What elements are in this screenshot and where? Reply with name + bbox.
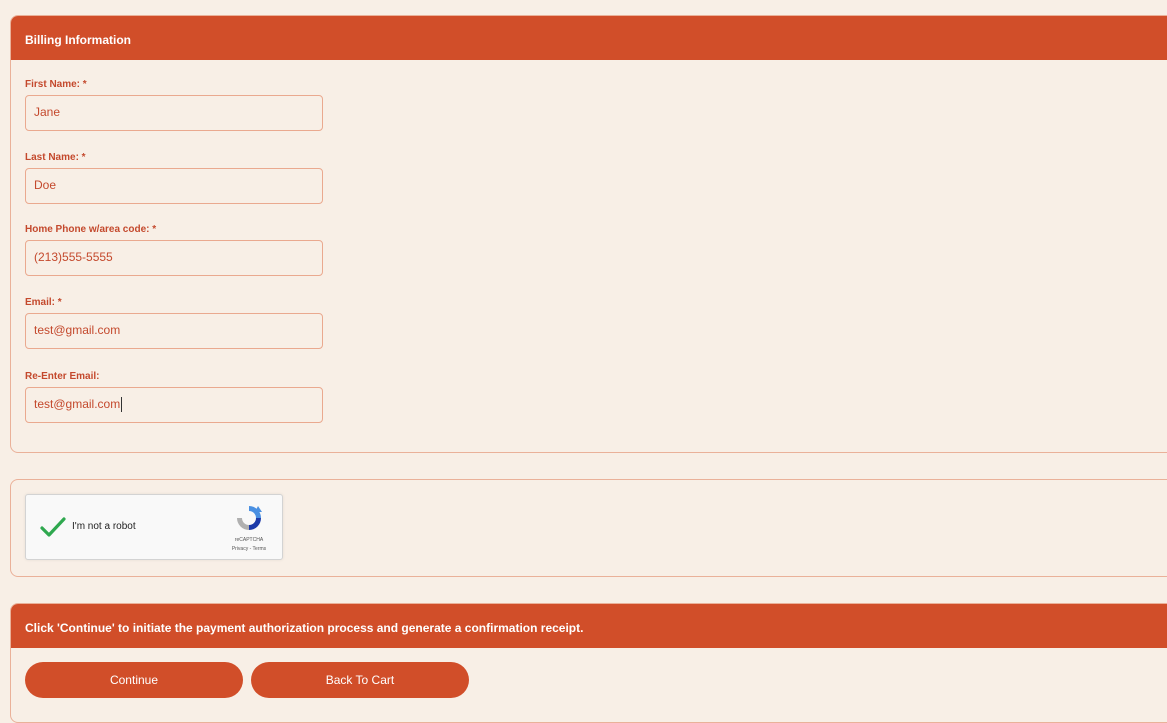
billing-information-panel: Billing Information First Name: * Jane L…: [10, 15, 1167, 453]
last-name-value: Doe: [34, 178, 57, 192]
last-name-input[interactable]: Doe: [25, 168, 323, 204]
billing-information-header: Billing Information: [11, 16, 1167, 60]
home-phone-label: Home Phone w/area code: *: [25, 224, 157, 235]
text-caret: [121, 397, 123, 413]
recaptcha-privacy-terms-links[interactable]: Privacy - Terms: [216, 546, 282, 552]
continue-button[interactable]: Continue: [25, 662, 243, 698]
email-label: Email: *: [25, 297, 62, 308]
home-phone-input[interactable]: (213)555-5555: [25, 240, 323, 276]
recaptcha-brand-text: reCAPTCHA: [234, 537, 264, 543]
not-a-robot-label: I'm not a robot: [72, 521, 136, 532]
email-field-group: Email: * test@gmail.com: [25, 297, 323, 349]
last-name-field-group: Last Name: * Doe: [25, 152, 323, 204]
last-name-label: Last Name: *: [25, 152, 86, 163]
first-name-value: Jane: [34, 105, 61, 119]
reenter-email-input[interactable]: test@gmail.com: [25, 387, 323, 423]
submit-panel: Click 'Continue' to initiate the payment…: [10, 603, 1167, 723]
recaptcha-widget: I'm not a robot reCAPTCHA Privacy - Term…: [25, 494, 283, 560]
submit-instructions-header: Click 'Continue' to initiate the payment…: [11, 604, 1167, 648]
first-name-input[interactable]: Jane: [25, 95, 323, 131]
email-value: test@gmail.com: [34, 323, 121, 337]
captcha-panel: I'm not a robot reCAPTCHA Privacy - Term…: [10, 479, 1167, 577]
reenter-email-value: test@gmail.com: [34, 397, 121, 411]
home-phone-field-group: Home Phone w/area code: * (213)555-5555: [25, 224, 323, 276]
reenter-email-label: Re-Enter Email:: [25, 371, 100, 382]
email-input[interactable]: test@gmail.com: [25, 313, 323, 349]
checkmark-icon[interactable]: [38, 513, 68, 541]
home-phone-value: (213)555-5555: [34, 250, 113, 264]
first-name-label: First Name: *: [25, 79, 87, 90]
reenter-email-field-group: Re-Enter Email: test@gmail.com: [25, 371, 323, 423]
recaptcha-logo-icon: [237, 506, 262, 530]
first-name-field-group: First Name: * Jane: [25, 79, 323, 131]
back-to-cart-button[interactable]: Back To Cart: [251, 662, 469, 698]
